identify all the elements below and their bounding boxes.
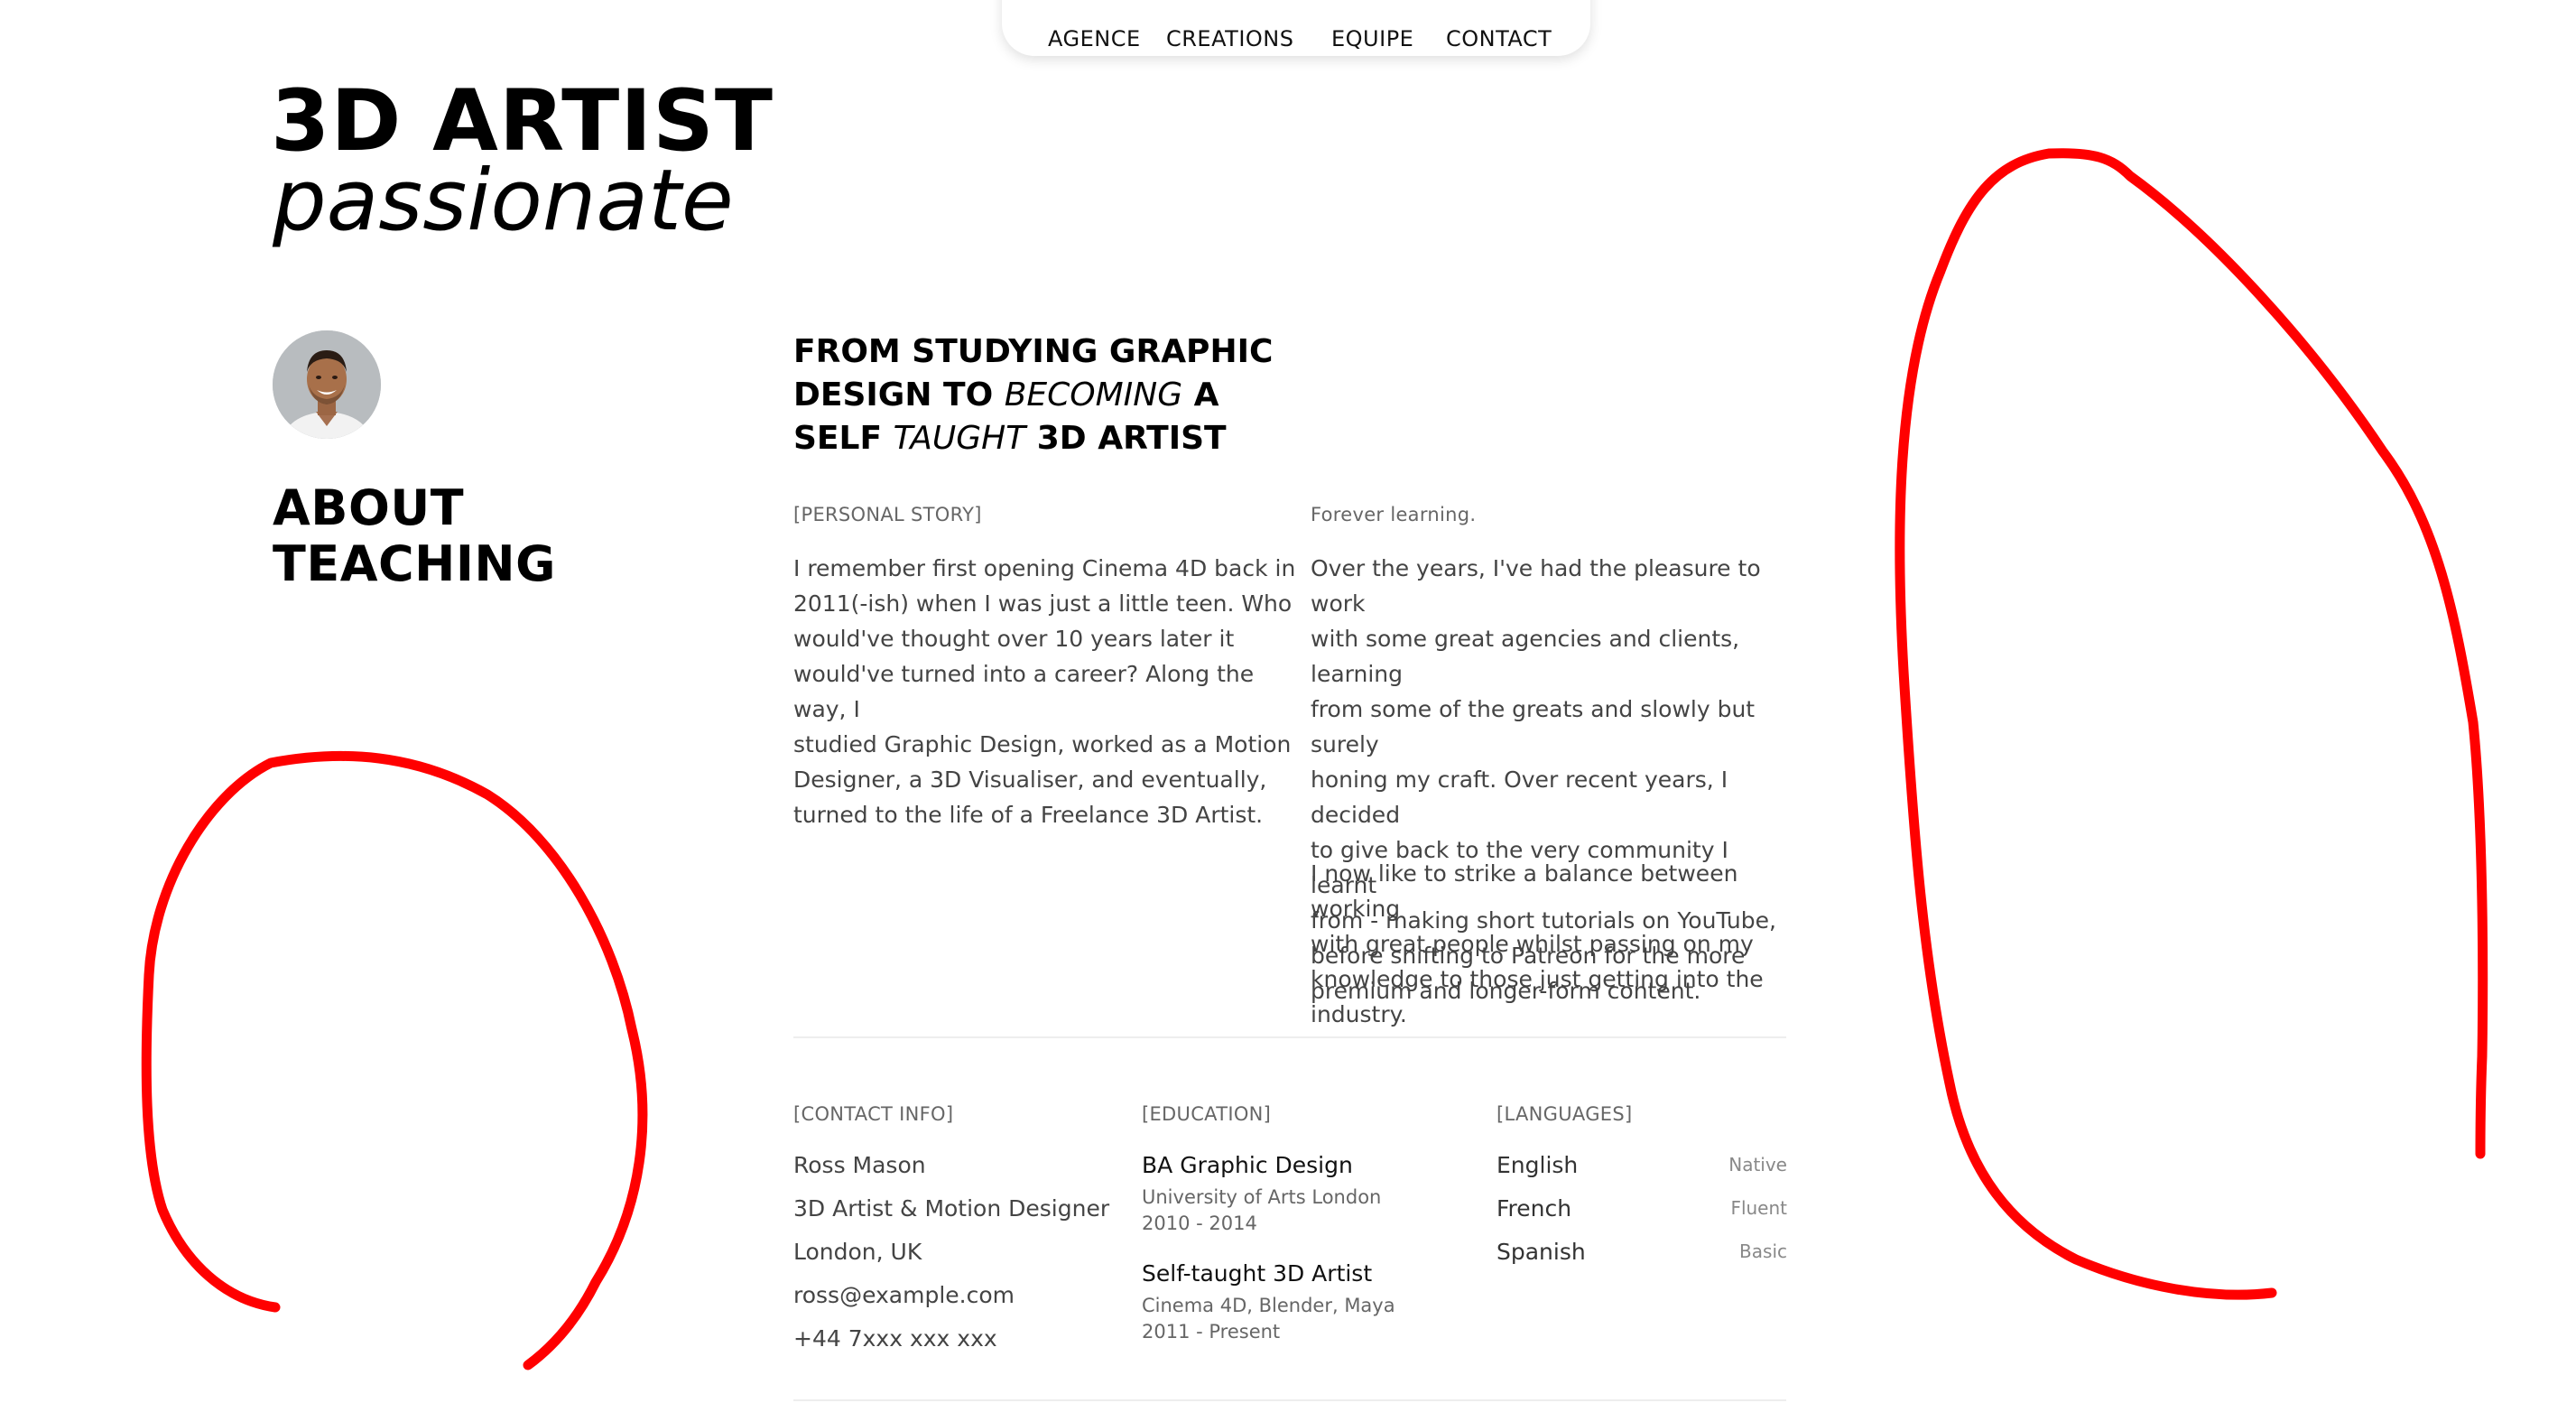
- story-heading-text: DESIGN TO: [793, 376, 1005, 413]
- paragraph-line: with some great agencies and clients, le…: [1311, 626, 1740, 687]
- paragraph-line: with great people whilst passing on my: [1311, 931, 1754, 957]
- education-item-title: Self-taught 3D Artist: [1142, 1260, 1373, 1287]
- paragraph-line: Over the years, I've had the pleasure to…: [1311, 555, 1761, 617]
- education-item-school: University of Arts London: [1142, 1186, 1382, 1208]
- paragraph-line: I remember first opening Cinema 4D back …: [793, 555, 1296, 581]
- contact-info-label: [CONTACT INFO]: [793, 1103, 954, 1125]
- story-heading-italic: TAUGHT: [893, 420, 1026, 457]
- about-heading-line2: TEACHING: [273, 535, 556, 592]
- annotation-stroke-right: [1895, 148, 2488, 1300]
- avatar-portrait-icon: [273, 330, 381, 439]
- language-level: Fluent: [1730, 1197, 1787, 1219]
- education-label: [EDUCATION]: [1142, 1103, 1272, 1125]
- annotation-stroke-left: [141, 750, 648, 1370]
- nav-item-equipe[interactable]: EQUIPE: [1331, 26, 1413, 51]
- nav-item-agence[interactable]: AGENCE: [1048, 26, 1141, 51]
- education-item-school: Cinema 4D, Blender, Maya: [1142, 1295, 1395, 1316]
- languages-label: [LANGUAGES]: [1496, 1103, 1633, 1125]
- education-item-years: 2011 - Present: [1142, 1321, 1281, 1343]
- paragraph-line: from some of the greats and slowly but s…: [1311, 696, 1756, 757]
- paragraph-line: would've turned into a career? Along the…: [793, 661, 1255, 722]
- nav-item-contact[interactable]: CONTACT: [1446, 26, 1552, 51]
- nav-item-creations[interactable]: CREATIONS: [1166, 26, 1293, 51]
- contact-phone[interactable]: +44 7xxx xxx xxx: [793, 1325, 997, 1352]
- personal-story-text: I remember first opening Cinema 4D back …: [793, 551, 1299, 832]
- paragraph-line: industry.: [1311, 1001, 1407, 1027]
- story-heading-text: SELF: [793, 420, 894, 457]
- language-name: English: [1496, 1152, 1579, 1178]
- contact-email[interactable]: ross@example.com: [793, 1282, 1015, 1308]
- paragraph-line: honing my craft. Over recent years, I de…: [1311, 767, 1728, 828]
- about-teaching-heading: ABOUT TEACHING: [273, 480, 556, 592]
- story-heading-text: 3D ARTIST: [1025, 420, 1227, 457]
- paragraph-line: studied Graphic Design, worked as a Moti…: [793, 731, 1292, 757]
- story-heading-line1: FROM STUDYING GRAPHIC: [793, 333, 1274, 370]
- language-name: French: [1496, 1195, 1572, 1222]
- paragraph-line: Designer, a 3D Visualiser, and eventuall…: [793, 767, 1267, 793]
- paragraph-line: knowledge to those just getting into the: [1311, 966, 1764, 992]
- hero-subtitle: passionate: [273, 152, 734, 250]
- about-heading-line1: ABOUT: [273, 479, 465, 536]
- language-level: Native: [1728, 1154, 1787, 1175]
- language-name: Spanish: [1496, 1239, 1586, 1265]
- story-heading-italic: BECOMING: [1004, 376, 1183, 413]
- education-item-title: BA Graphic Design: [1142, 1152, 1353, 1178]
- story-heading-line2: DESIGN TO BECOMING A: [793, 374, 1299, 417]
- paragraph-line: 2011(-ish) when I was just a little teen…: [793, 590, 1293, 617]
- forever-learning-label: Forever learning.: [1311, 504, 1477, 525]
- paragraph-line: would've thought over 10 years later it: [793, 626, 1235, 652]
- contact-name: Ross Mason: [793, 1152, 926, 1178]
- contact-location: London, UK: [793, 1239, 922, 1265]
- education-item-years: 2010 - 2014: [1142, 1213, 1257, 1234]
- story-heading-line3: SELF TAUGHT 3D ARTIST: [793, 417, 1299, 460]
- language-level: Basic: [1739, 1240, 1787, 1262]
- story-heading-text: A: [1182, 376, 1219, 413]
- story-heading: FROM STUDYING GRAPHIC DESIGN TO BECOMING…: [793, 330, 1299, 460]
- contact-role: 3D Artist & Motion Designer: [793, 1195, 1110, 1222]
- personal-story-label: [PERSONAL STORY]: [793, 504, 982, 525]
- paragraph-line: I now like to strike a balance between w…: [1311, 860, 1738, 922]
- avatar: [273, 330, 381, 439]
- section-divider: [793, 1036, 1786, 1038]
- bottom-divider: [793, 1399, 1786, 1401]
- forever-learning-text-2: I now like to strike a balance between w…: [1311, 856, 1798, 1032]
- paragraph-line: turned to the life of a Freelance 3D Art…: [793, 802, 1264, 828]
